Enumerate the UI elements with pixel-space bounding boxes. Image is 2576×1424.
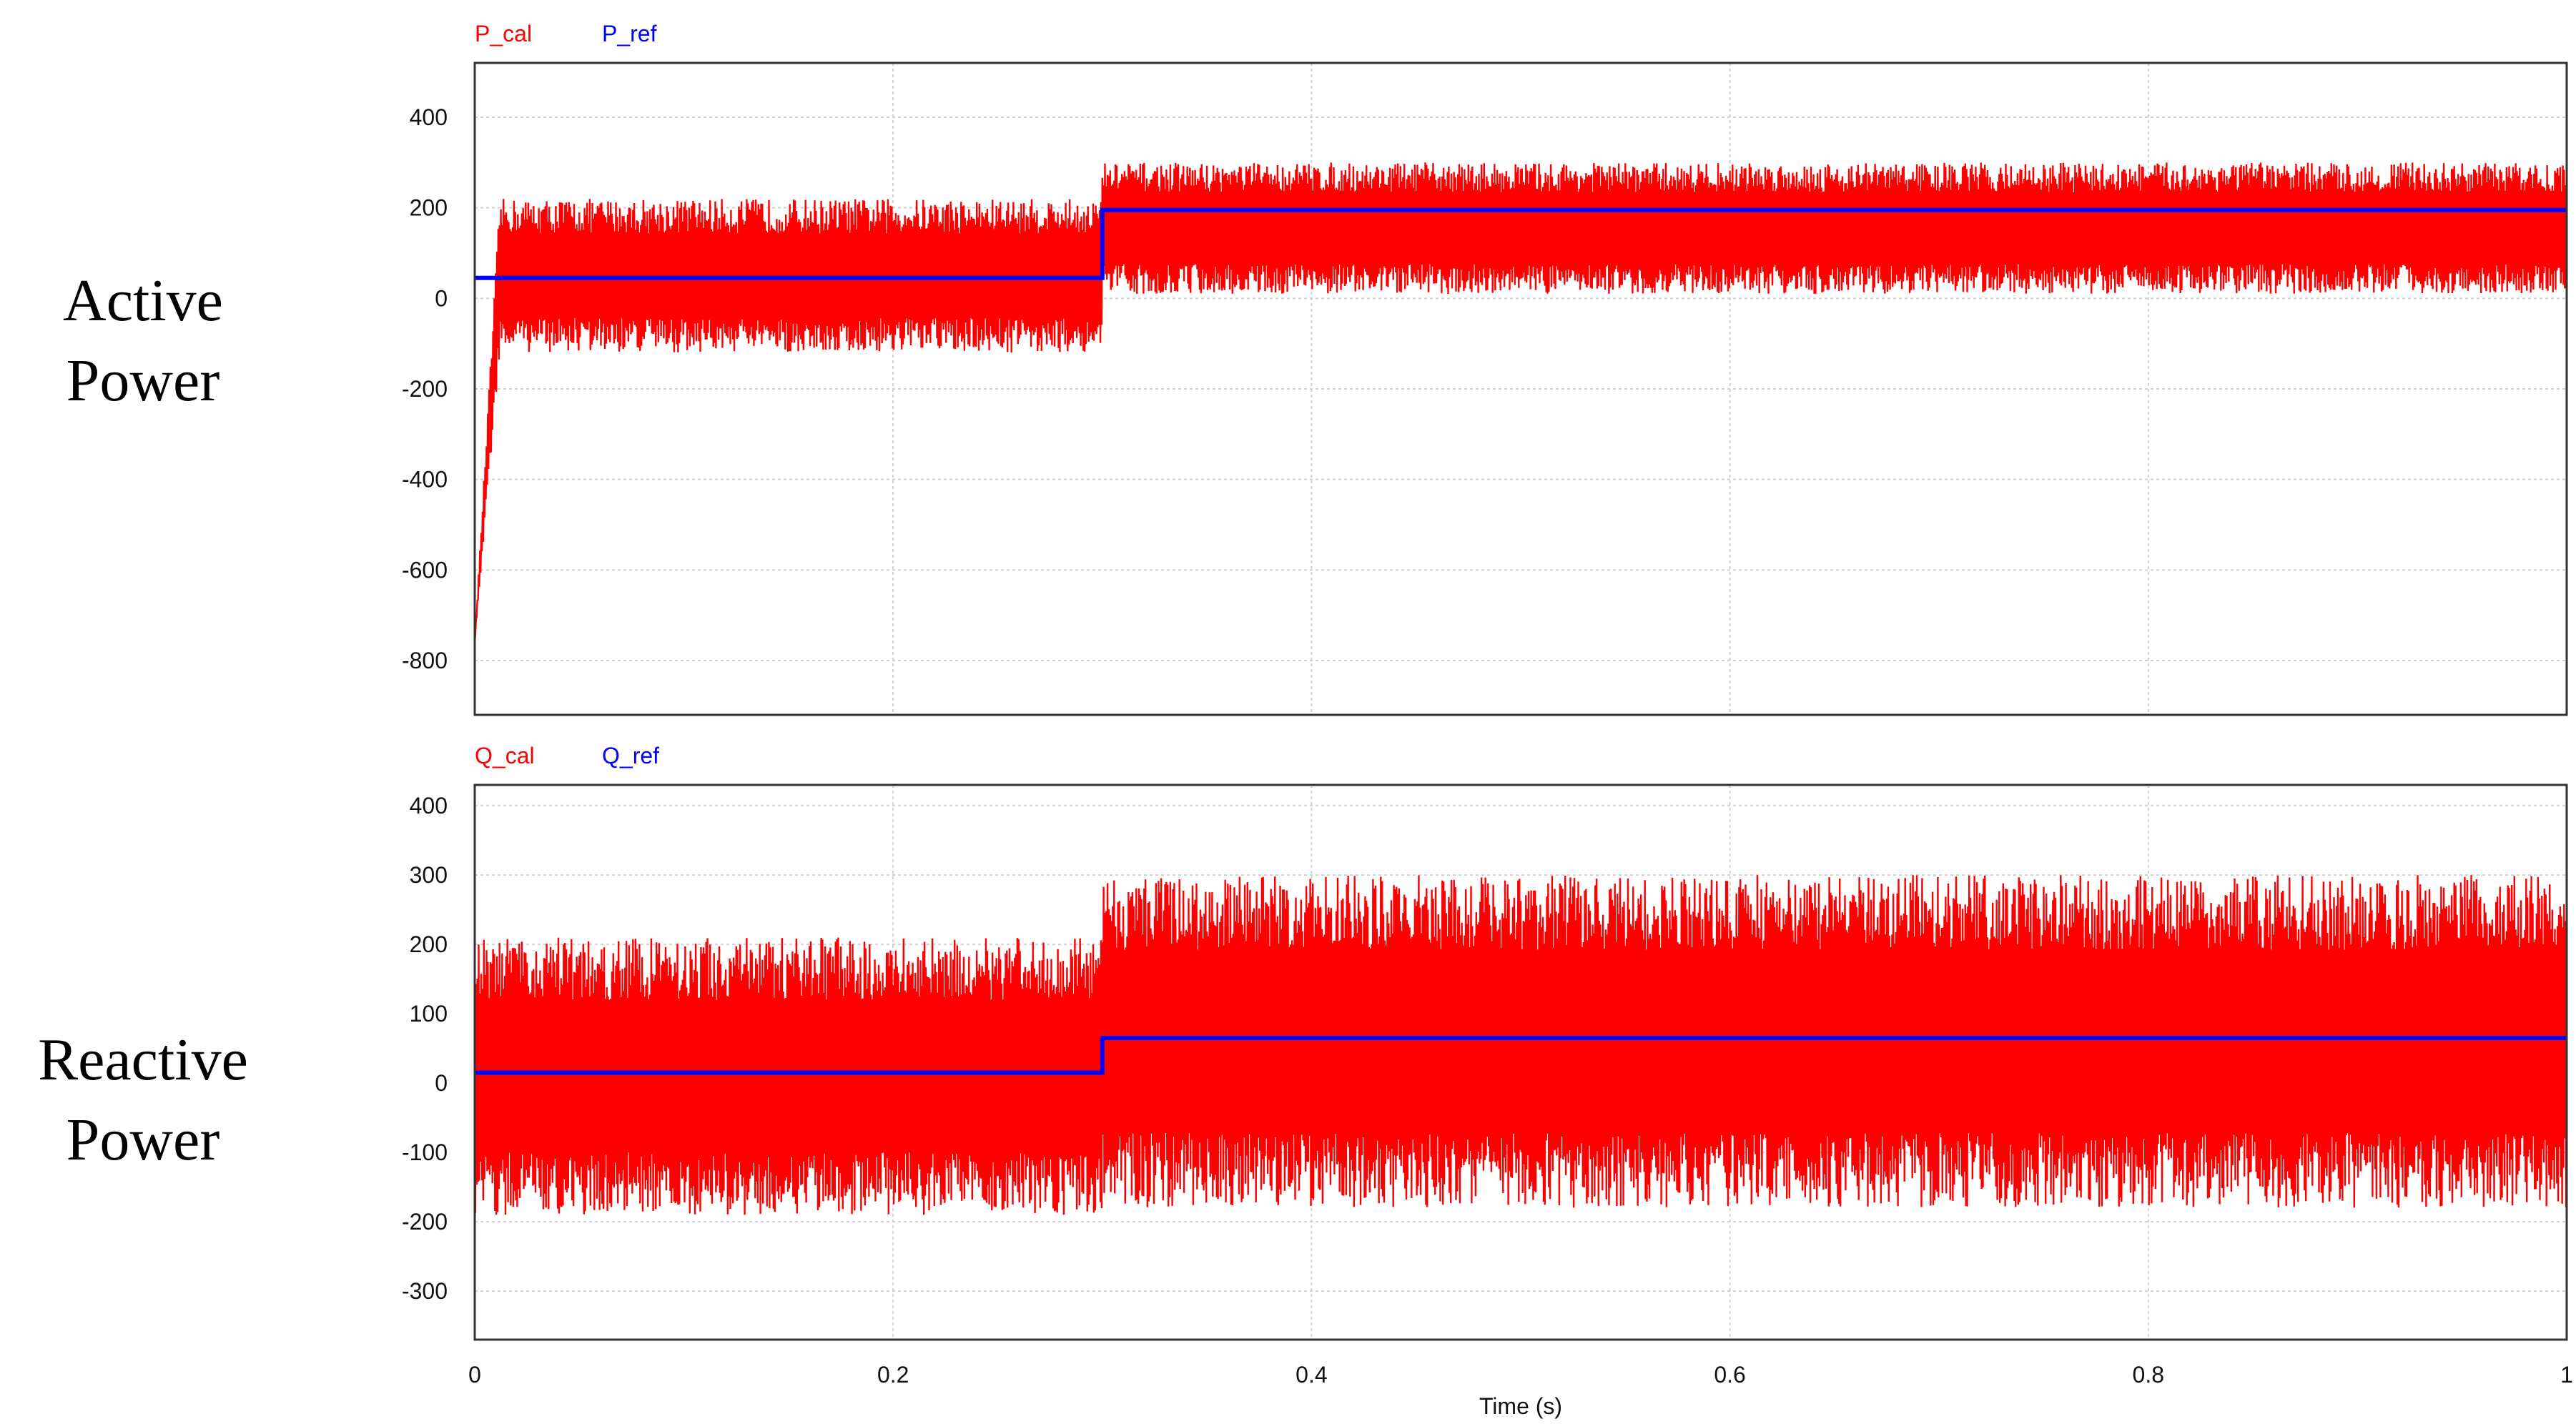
reactive-power-label-line: Power	[66, 1107, 220, 1173]
x-tick-label: 0.6	[1714, 1362, 1745, 1388]
y-tick-label: 400	[410, 793, 448, 819]
y-tick-label: -200	[402, 376, 448, 402]
chart-1: 400 200 0 -200 -400 -600 -800 P_cal P_ref	[402, 21, 2568, 716]
chart-2: 400 300 200 100 0 -100 -200 -300 0 0.2 0.4 0.6 0.8 1 T…	[402, 743, 2573, 1419]
y-tick-label: -400	[402, 467, 448, 493]
y-tick-label: -600	[402, 557, 448, 583]
y-tick-label: 0	[435, 1070, 448, 1096]
y-tick-label: 100	[410, 1001, 448, 1027]
y-tick-label: 200	[410, 195, 448, 221]
power-charts: Active Power Reactive Power 400 200 0 -200 -400 -…	[38, 21, 2573, 1419]
x-tick-label: 0.8	[2133, 1362, 2164, 1388]
legend-entry: Q_ref	[602, 743, 659, 768]
y-tick-label: 400	[410, 104, 448, 130]
y-tick-label: 0	[435, 285, 448, 311]
y-tick-label: 200	[410, 931, 448, 957]
reactive-power-label: Reactive Power	[38, 1027, 248, 1173]
active-power-label: Active Power	[63, 267, 223, 414]
x-tick-label: 0.4	[1296, 1362, 1327, 1388]
active-power-label-line: Power	[66, 347, 220, 414]
legend-entry: P_ref	[602, 21, 657, 46]
x-tick-label: 1	[2560, 1362, 2573, 1388]
legend-entry: P_cal	[475, 21, 532, 46]
plot-area	[475, 63, 2567, 715]
reactive-power-label-line: Reactive	[38, 1027, 248, 1093]
legend-entry: Q_cal	[475, 743, 535, 768]
y-tick-label: -100	[402, 1139, 448, 1165]
y-tick-label: -300	[402, 1278, 448, 1304]
active-power-label-line: Active	[63, 267, 223, 334]
x-axis-label: Time (s)	[1479, 1393, 1562, 1419]
y-tick-label: -200	[402, 1209, 448, 1235]
y-tick-label: 300	[410, 862, 448, 888]
y-tick-label: -800	[402, 648, 448, 673]
x-tick-label: 0	[468, 1362, 481, 1388]
x-tick-label: 0.2	[877, 1362, 909, 1388]
